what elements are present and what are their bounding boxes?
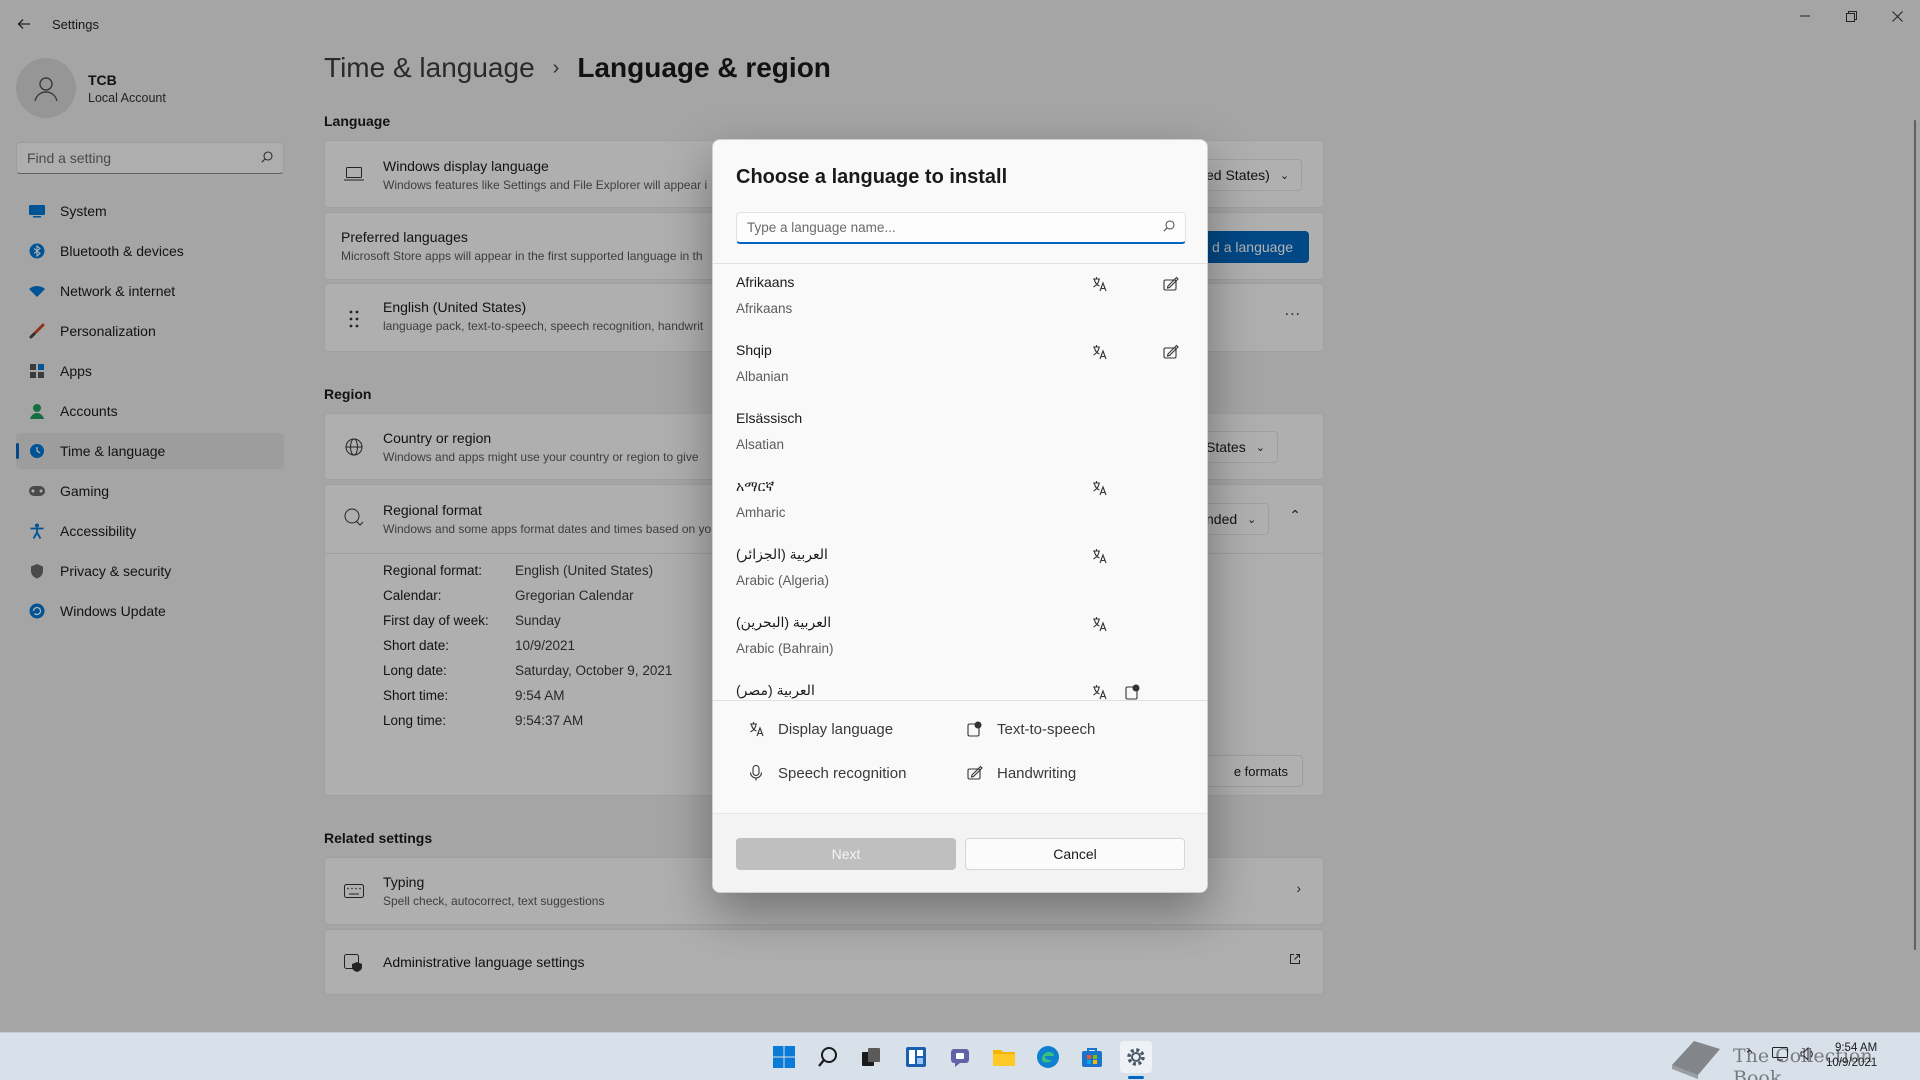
language-item[interactable]: العربية (الجزائر) Arabic (Algeria) [713,536,1207,604]
legend-label: Speech recognition [778,764,907,782]
file-explorer-icon[interactable] [988,1041,1020,1073]
language-item[interactable]: አማርኛ Amharic [713,468,1207,536]
language-native-name: العربية (الجزائر) [736,546,828,562]
legend-display-language: Display language [746,719,893,739]
cancel-button[interactable]: Cancel [965,838,1185,870]
handwriting-icon [1161,274,1181,294]
language-search-input[interactable] [747,220,1163,235]
language-item[interactable]: العربية (البحرين) Arabic (Bahrain) [713,604,1207,672]
next-button[interactable]: Next [736,838,956,870]
microphone-icon [746,763,766,783]
chat-icon[interactable] [944,1041,976,1073]
language-item[interactable]: Shqip Albanian [713,332,1207,400]
settings-icon[interactable] [1120,1041,1152,1073]
legend-label: Display language [778,720,894,738]
edge-icon[interactable] [1032,1041,1064,1073]
search-icon[interactable] [812,1041,844,1073]
language-native-name: Shqip [736,342,772,358]
language-english-name: Albanian [736,369,789,384]
legend-text-to-speech: Text-to-speech [965,719,1095,739]
language-english-name: Afrikaans [736,301,793,316]
book-watermark-icon [1668,1035,1724,1080]
display-language-icon [1089,682,1109,702]
display-language-icon [746,719,766,739]
handwriting-icon [965,763,985,783]
text-to-speech-icon [965,719,985,739]
language-item[interactable]: Afrikaans Afrikaans [713,264,1207,332]
language-native-name: አማርኛ [736,478,775,494]
active-app-indicator [1128,1076,1144,1079]
language-native-name: العربية (البحرين) [736,614,832,630]
legend-handwriting: Handwriting [965,763,1076,783]
store-icon[interactable] [1076,1041,1108,1073]
language-english-name: Amharic [736,505,786,520]
language-native-name: Elsässisch [736,410,803,426]
watermark-text: The Collection Book [1733,1045,1873,1080]
language-search-field[interactable] [736,212,1186,244]
dialog-footer: Next Cancel [713,813,1207,892]
dialog-title: Choose a language to install [736,166,1008,188]
display-language-icon [1089,342,1109,362]
display-language-icon [1089,614,1109,634]
display-language-icon [1089,478,1109,498]
legend-label: Handwriting [997,764,1077,782]
legend-label: Text-to-speech [997,720,1096,738]
handwriting-icon [1161,342,1181,362]
widgets-icon[interactable] [900,1041,932,1073]
language-english-name: Alsatian [736,437,785,452]
display-language-icon [1089,546,1109,566]
feature-legend: Display language Text-to-speech Speech r… [713,700,1207,814]
task-view-icon[interactable] [855,1041,887,1073]
search-icon [1163,220,1175,235]
language-native-name: العربية (مصر) [736,682,815,698]
text-to-speech-icon [1123,682,1143,702]
language-english-name: Arabic (Bahrain) [736,641,834,656]
display-language-icon [1089,274,1109,294]
start-icon[interactable] [768,1041,800,1073]
choose-language-dialog: Choose a language to install Afrikaans A… [712,139,1208,893]
taskbar: ⌃ 9:54 AM 10/9/2021 The Collection Book [0,1032,1920,1080]
language-item[interactable]: Elsässisch Alsatian [713,400,1207,468]
language-native-name: Afrikaans [736,274,795,290]
language-english-name: Arabic (Algeria) [736,573,830,588]
legend-speech-recognition: Speech recognition [746,763,906,783]
